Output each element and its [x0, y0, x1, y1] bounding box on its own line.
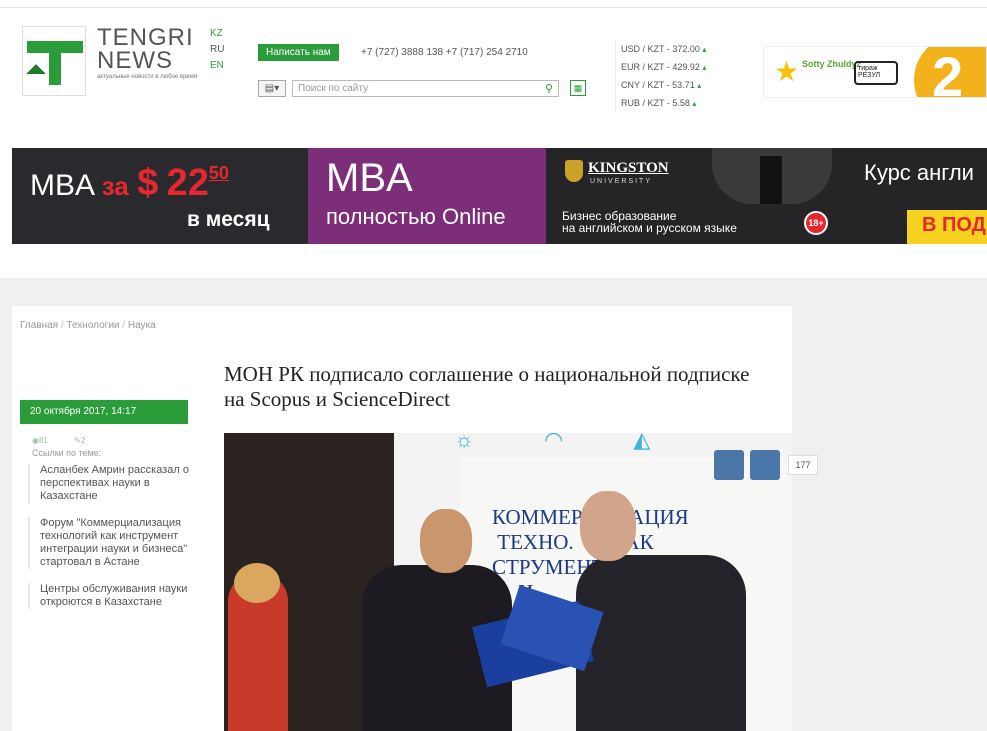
search-icon[interactable]: ⚲	[545, 82, 553, 95]
university-sub: UNIVERSITY	[590, 178, 653, 185]
per-month: в месяц	[187, 208, 270, 231]
course-text: Курс англи	[864, 160, 974, 185]
star-icon: ★	[774, 56, 800, 87]
language-switcher: KZ RU EN	[210, 26, 224, 74]
lang-en[interactable]: EN	[210, 58, 224, 74]
breadcrumb-science[interactable]: Наука	[128, 320, 156, 331]
breadcrumb-tech[interactable]: Технологии	[66, 320, 119, 331]
breadcrumb: Главная / Технологии / Наука	[20, 320, 156, 331]
top-strip	[0, 0, 987, 8]
related-link[interactable]: Центры обслуживания науки откроются в Ка…	[28, 583, 196, 609]
rubric-dropdown[interactable]: ▤▾	[258, 80, 286, 97]
ad-number: 2	[914, 47, 986, 97]
share-button[interactable]	[750, 450, 780, 480]
ad-box-text: тираж РЕЗУЛ	[854, 61, 898, 85]
related-heading: Ссылки по теме:	[32, 448, 102, 458]
up-arrow-icon: ▴	[702, 63, 707, 72]
age-badge: 18+	[804, 211, 828, 235]
mba-online: полностью Online	[326, 204, 506, 229]
phone-numbers: +7 (727) 3888 138 +7 (717) 254 2710	[361, 47, 528, 58]
article-photo[interactable]: ☼◠◭ КОММЕР ИЗАЦИЯ ТЕХНО. КАК СТРУМЕНТ АЦ…	[224, 433, 792, 731]
lang-kz[interactable]: KZ	[210, 26, 224, 42]
ad-brand: Sotty Zhuldyz	[802, 59, 861, 69]
share-count: 177	[788, 455, 818, 475]
related-links: Ссылки по теме: Асланбек Амрин рассказал…	[28, 430, 196, 623]
mba-ad-banner[interactable]: MBA за $ 2250 в месяц MBA полностью Onli…	[12, 148, 987, 244]
calendar-icon[interactable]: ▦	[570, 80, 586, 96]
related-link[interactable]: Асланбек Амрин рассказал о перспективах …	[28, 464, 196, 503]
tengri-logo-icon[interactable]	[22, 26, 86, 96]
event-logos-icon: ☼◠◭	[454, 433, 721, 452]
brand-name[interactable]: TENGRI NEWS актуальные новости в любое в…	[97, 26, 197, 81]
university-name: KINGSTON	[588, 160, 669, 176]
up-arrow-icon: ▴	[692, 99, 697, 108]
up-arrow-icon: ▴	[697, 81, 702, 90]
related-link[interactable]: Форум "Коммерциализация технологий как и…	[28, 517, 196, 569]
mba-big: MBA	[326, 156, 413, 200]
search-input[interactable]: Поиск по сайту	[292, 80, 559, 97]
university-crest-icon	[565, 160, 583, 182]
rate-usd: USD / KZT - 372.00 ▴	[621, 44, 707, 54]
up-arrow-icon: ▴	[702, 45, 707, 54]
rate-eur: EUR / KZT - 429.92 ▴	[621, 62, 707, 72]
rate-cny: CNY / KZT - 53.71 ▴	[621, 80, 702, 90]
lang-ru[interactable]: RU	[210, 42, 224, 58]
brand-line2: NEWS	[97, 47, 173, 74]
brand-line1: TENGRI	[97, 24, 194, 51]
write-to-us-button[interactable]: Написать нам	[258, 44, 339, 61]
business-education: Бизнес образование на английском и русск…	[562, 209, 737, 235]
cta-text[interactable]: В ПОД	[922, 214, 986, 237]
brand-tagline: актуальные новости в любое время	[97, 74, 198, 80]
breadcrumb-home[interactable]: Главная	[20, 320, 58, 331]
article-headline: МОН РК подписало соглашение о национальн…	[224, 362, 750, 411]
lottery-ad-banner[interactable]: ★ Sotty Zhuldyz тираж РЕЗУЛ 2	[763, 46, 987, 98]
article-date: 20 октября 2017, 14:17	[20, 400, 188, 424]
mba-price-text: MBA за $ 2250	[30, 162, 229, 204]
document-icon: ▤▾	[264, 83, 280, 94]
currency-rates: USD / KZT - 372.00 ▴ EUR / KZT - 429.92 …	[615, 40, 731, 112]
share-button[interactable]	[714, 450, 744, 480]
rate-rub: RUB / KZT - 5.58 ▴	[621, 98, 697, 108]
